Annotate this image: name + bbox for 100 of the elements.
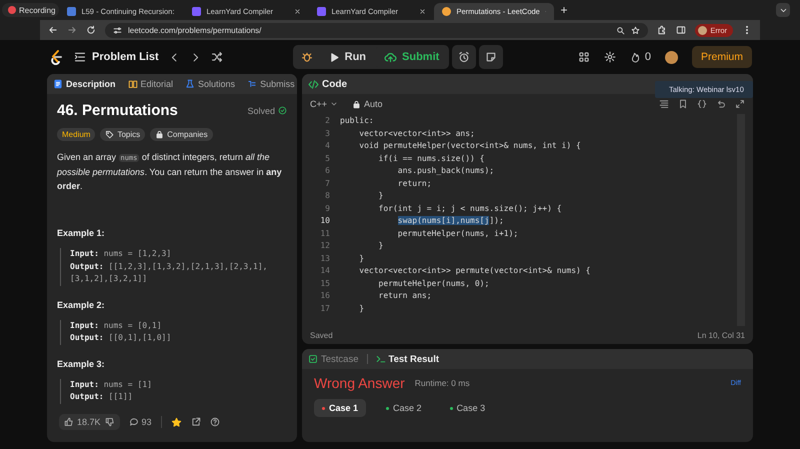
bug-icon [300, 51, 313, 63]
tag-icon [105, 130, 114, 139]
panel-tab[interactable]: Solutions [185, 79, 236, 89]
lock-icon [155, 130, 164, 139]
example-line: Input: nums = [0,1] [70, 320, 163, 332]
example-line: Output: [[0,1],[1,0]] [70, 332, 172, 344]
panel-tab[interactable]: Editorial [128, 79, 174, 89]
example-line: Input: nums = [1] [70, 378, 153, 391]
avatar-icon [698, 26, 708, 34]
example-heading: Example 3: [57, 358, 106, 368]
difficulty-tag[interactable]: Medium [57, 128, 96, 141]
example-heading: Example 1: [57, 228, 106, 238]
undo-icon[interactable] [716, 99, 726, 109]
settings-icon[interactable] [604, 51, 616, 63]
reload-icon[interactable] [86, 25, 96, 35]
help-icon[interactable] [210, 417, 220, 427]
code-line: return; [396, 178, 432, 190]
code-line: if(i == nums.size()) { [378, 152, 484, 164]
favicon-icon [442, 7, 452, 16]
panel-title: Code [322, 78, 347, 90]
solved-status: Solved [247, 106, 287, 116]
tab-search-button[interactable] [776, 3, 790, 17]
case-tab[interactable]: Case 3 [442, 399, 494, 417]
line-number: 16 [319, 290, 331, 302]
topics-tag[interactable]: Topics [100, 128, 146, 141]
star-icon[interactable] [170, 416, 182, 428]
language-dropdown[interactable]: C++ [310, 99, 338, 109]
check-circle-icon [278, 106, 287, 115]
notes-button[interactable] [479, 45, 504, 69]
flame-icon [630, 52, 641, 62]
line-number: 12 [319, 240, 331, 252]
premium-button[interactable]: Premium [692, 46, 752, 68]
shuffle-icon[interactable] [210, 51, 223, 63]
list-icon [74, 51, 86, 63]
case-tab[interactable]: Case 2 [378, 399, 430, 417]
favicon-icon [317, 7, 326, 16]
play-icon [328, 52, 340, 62]
thumbs-down-icon[interactable] [104, 417, 115, 427]
line-number: 7 [324, 178, 331, 190]
panel-tab[interactable]: Description [53, 79, 116, 89]
braces-icon[interactable] [697, 99, 707, 109]
bookmark-icon[interactable] [678, 99, 688, 109]
line-number: 9 [324, 202, 331, 214]
flask-icon [185, 79, 196, 89]
comments-button[interactable]: 93 [128, 417, 152, 427]
line-number: 3 [324, 128, 331, 140]
format-icon[interactable] [659, 99, 669, 109]
panel-tab[interactable]: Test Result [376, 354, 440, 364]
line-number: 8 [324, 190, 331, 202]
line-number: 13 [319, 252, 331, 264]
logo-icon[interactable] [48, 49, 64, 65]
checkbox-icon [308, 354, 318, 364]
code-line: permuteHelper(nums, i+1); [396, 228, 518, 240]
runtime-text: Runtime: 0 ms [414, 378, 470, 388]
line-number: 15 [319, 278, 331, 290]
new-tab-button[interactable]: + [554, 3, 574, 17]
code-line: vector<vector<int>> permute(vector<int>& nums) { [358, 265, 590, 277]
thumbs-up-icon [64, 417, 74, 427]
sidebar-icon[interactable] [676, 25, 686, 35]
description-icon [53, 79, 63, 89]
forward-icon[interactable] [67, 25, 77, 35]
puzzle-icon[interactable] [657, 25, 668, 35]
favicon-icon [192, 7, 202, 16]
line-number: 11 [319, 228, 331, 240]
recording-indicator[interactable]: Recording [2, 3, 60, 17]
line-number: 6 [324, 165, 331, 177]
layout-icon[interactable] [578, 51, 590, 63]
code-icon [308, 78, 319, 90]
code-line: public: [340, 115, 374, 127]
alarm-clock-icon [458, 51, 470, 63]
code-line: ans.push_back(nums); [396, 165, 494, 177]
streak-counter[interactable]: 0 [630, 51, 651, 63]
save-status: Saved [310, 330, 333, 340]
timer-button[interactable] [452, 45, 476, 69]
site-settings-icon[interactable] [113, 26, 122, 34]
avatar[interactable] [664, 50, 678, 64]
terminal-icon [376, 354, 386, 364]
line-number: 4 [324, 140, 331, 152]
chevron-down-icon [330, 100, 338, 108]
expand-icon[interactable] [735, 99, 745, 109]
record-dot-icon [8, 6, 16, 14]
code-line: void permuteHelper(vector<int>& nums, int i) { [358, 140, 581, 152]
problem-title: 46. Permutations [57, 102, 178, 119]
case-tab[interactable]: Case 1 [314, 399, 366, 417]
code-line: } [358, 302, 364, 314]
address-bar[interactable]: leetcode.com/problems/permutations/ [105, 22, 648, 38]
panel-tab[interactable]: Submiss [247, 79, 295, 89]
example-line: Output: [[1,2,3],[1,3,2],[2,1,3],[2,3,1],[3,1,2],[3,2,1]] [70, 260, 268, 285]
zoom-icon[interactable] [616, 26, 626, 34]
companies-tag[interactable]: Companies [150, 128, 213, 141]
panel-tab[interactable]: Testcase [308, 354, 358, 364]
back-icon[interactable] [48, 25, 58, 35]
lock-icon [352, 100, 362, 108]
verdict-text: Wrong Answer [314, 375, 405, 391]
share-icon[interactable] [190, 417, 201, 427]
star-icon[interactable] [631, 26, 640, 34]
auto-mode-toggle[interactable]: Auto [352, 99, 383, 109]
problem-list-button[interactable]: Problem List [74, 51, 159, 63]
example-line: Input: nums = [1,2,3] [70, 248, 172, 260]
line-number: 5 [324, 152, 331, 164]
